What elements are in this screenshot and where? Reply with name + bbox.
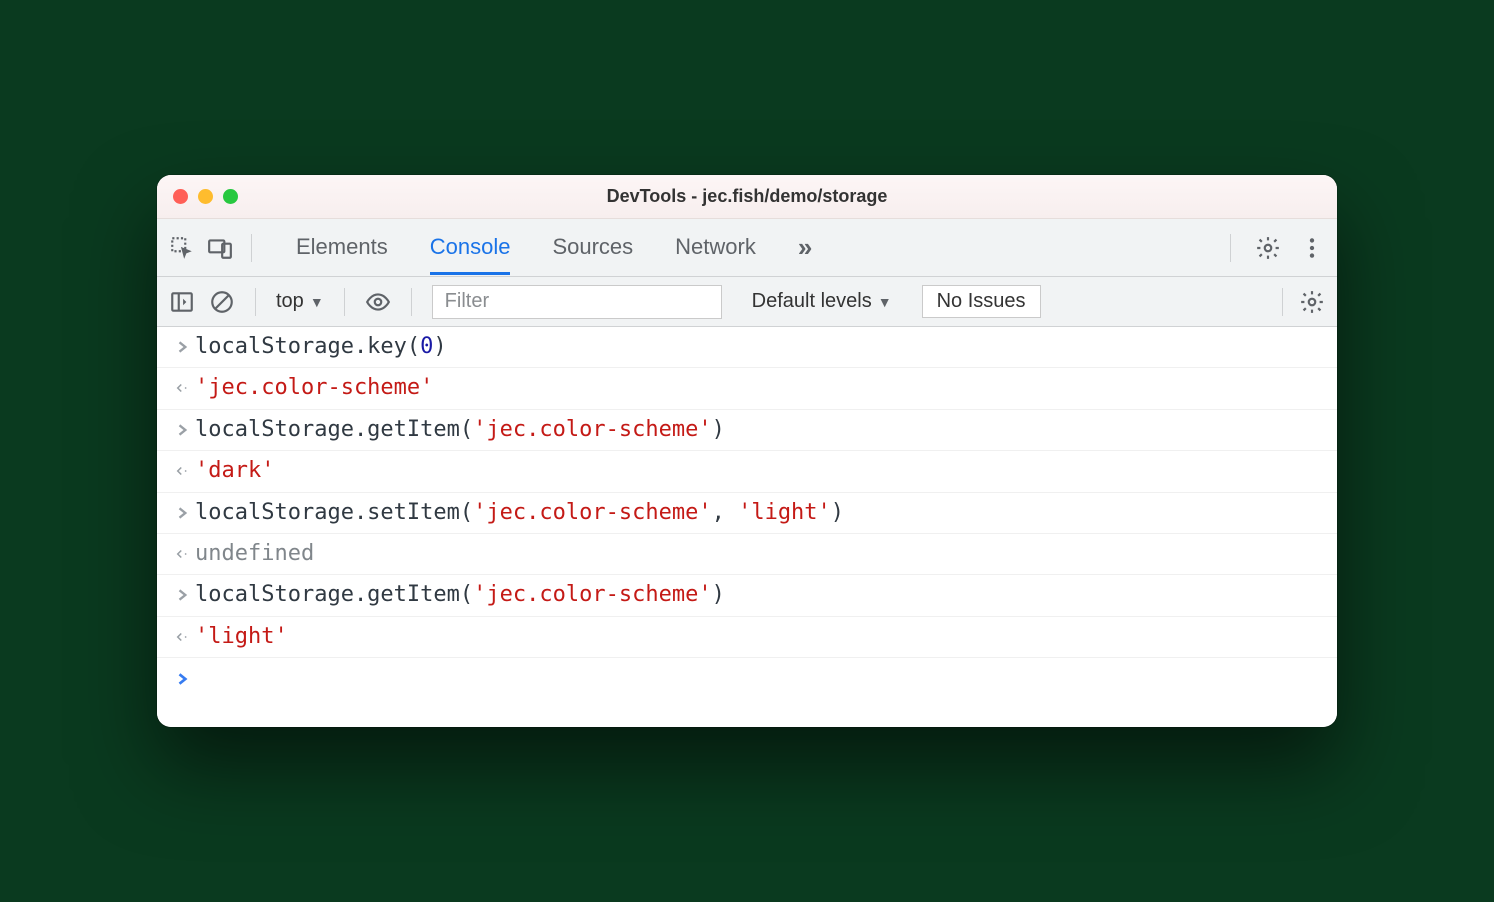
- console-output-row: 'jec.color-scheme': [157, 368, 1337, 409]
- console-prompt[interactable]: [157, 658, 1337, 694]
- live-expression-icon[interactable]: [365, 289, 391, 315]
- tabbar-left: [169, 234, 258, 262]
- devtools-window: DevTools - jec.fish/demo/storage Element…: [157, 175, 1337, 727]
- console-input-row: localStorage.getItem('jec.color-scheme'): [157, 575, 1337, 616]
- code-line[interactable]: undefined: [195, 541, 314, 567]
- input-chevron-icon: [171, 334, 195, 354]
- console-output-row: undefined: [157, 534, 1337, 575]
- settings-icon[interactable]: [1255, 235, 1281, 261]
- code-line[interactable]: localStorage.getItem('jec.color-scheme'): [195, 417, 725, 443]
- panel-tabs: Elements Console Sources Network »: [296, 220, 1214, 275]
- separator: [411, 288, 412, 316]
- minimize-window-button[interactable]: [198, 189, 213, 204]
- console-output-row: 'light': [157, 617, 1337, 658]
- tab-network[interactable]: Network: [675, 220, 756, 275]
- console-input-row: localStorage.getItem('jec.color-scheme'): [157, 410, 1337, 451]
- titlebar: DevTools - jec.fish/demo/storage: [157, 175, 1337, 219]
- output-chevron-icon: [171, 458, 195, 478]
- toolbar-right: [1276, 288, 1325, 316]
- input-chevron-icon: [171, 582, 195, 602]
- kebab-menu-icon[interactable]: [1299, 235, 1325, 261]
- code-line[interactable]: 'jec.color-scheme': [195, 375, 433, 401]
- toggle-sidebar-icon[interactable]: [169, 289, 195, 315]
- context-label: top: [276, 290, 304, 313]
- tab-sources[interactable]: Sources: [552, 220, 633, 275]
- issues-button[interactable]: No Issues: [922, 285, 1041, 318]
- code-line[interactable]: localStorage.getItem('jec.color-scheme'): [195, 582, 725, 608]
- console-settings-icon[interactable]: [1299, 289, 1325, 315]
- input-chevron-icon: [171, 500, 195, 520]
- output-chevron-icon: [171, 624, 195, 644]
- code-line[interactable]: 'dark': [195, 458, 274, 484]
- maximize-window-button[interactable]: [223, 189, 238, 204]
- log-levels-selector[interactable]: Default levels ▼: [752, 290, 892, 313]
- clear-console-icon[interactable]: [209, 289, 235, 315]
- more-tabs-icon[interactable]: »: [798, 232, 812, 263]
- inspect-element-icon[interactable]: [169, 235, 195, 261]
- tab-console[interactable]: Console: [430, 220, 511, 275]
- device-toolbar-icon[interactable]: [207, 235, 233, 261]
- output-chevron-icon: [171, 375, 195, 395]
- separator: [1230, 234, 1231, 262]
- levels-label: Default levels: [752, 290, 872, 313]
- main-tabbar: Elements Console Sources Network »: [157, 219, 1337, 277]
- filter-input[interactable]: [432, 285, 722, 319]
- console-output-row: 'dark': [157, 451, 1337, 492]
- separator: [251, 234, 252, 262]
- traffic-lights: [173, 189, 238, 204]
- dropdown-caret-icon: ▼: [878, 294, 892, 310]
- code-line[interactable]: localStorage.setItem('jec.color-scheme',…: [195, 500, 844, 526]
- output-chevron-icon: [171, 541, 195, 561]
- separator: [255, 288, 256, 316]
- tabbar-right: [1224, 234, 1325, 262]
- code-line[interactable]: 'light': [195, 624, 288, 650]
- prompt-chevron-icon: [171, 666, 195, 686]
- separator: [344, 288, 345, 316]
- context-selector[interactable]: top ▼: [276, 290, 324, 313]
- console-output: localStorage.key(0) 'jec.color-scheme' loc…: [157, 327, 1337, 727]
- tab-elements[interactable]: Elements: [296, 220, 388, 275]
- console-input-row: localStorage.setItem('jec.color-scheme',…: [157, 493, 1337, 534]
- input-chevron-icon: [171, 417, 195, 437]
- console-toolbar: top ▼ Default levels ▼ No Issues: [157, 277, 1337, 327]
- separator: [1282, 288, 1283, 316]
- close-window-button[interactable]: [173, 189, 188, 204]
- code-line[interactable]: localStorage.key(0): [195, 334, 447, 360]
- dropdown-caret-icon: ▼: [310, 294, 324, 310]
- console-input-row: localStorage.key(0): [157, 327, 1337, 368]
- window-title: DevTools - jec.fish/demo/storage: [157, 186, 1337, 207]
